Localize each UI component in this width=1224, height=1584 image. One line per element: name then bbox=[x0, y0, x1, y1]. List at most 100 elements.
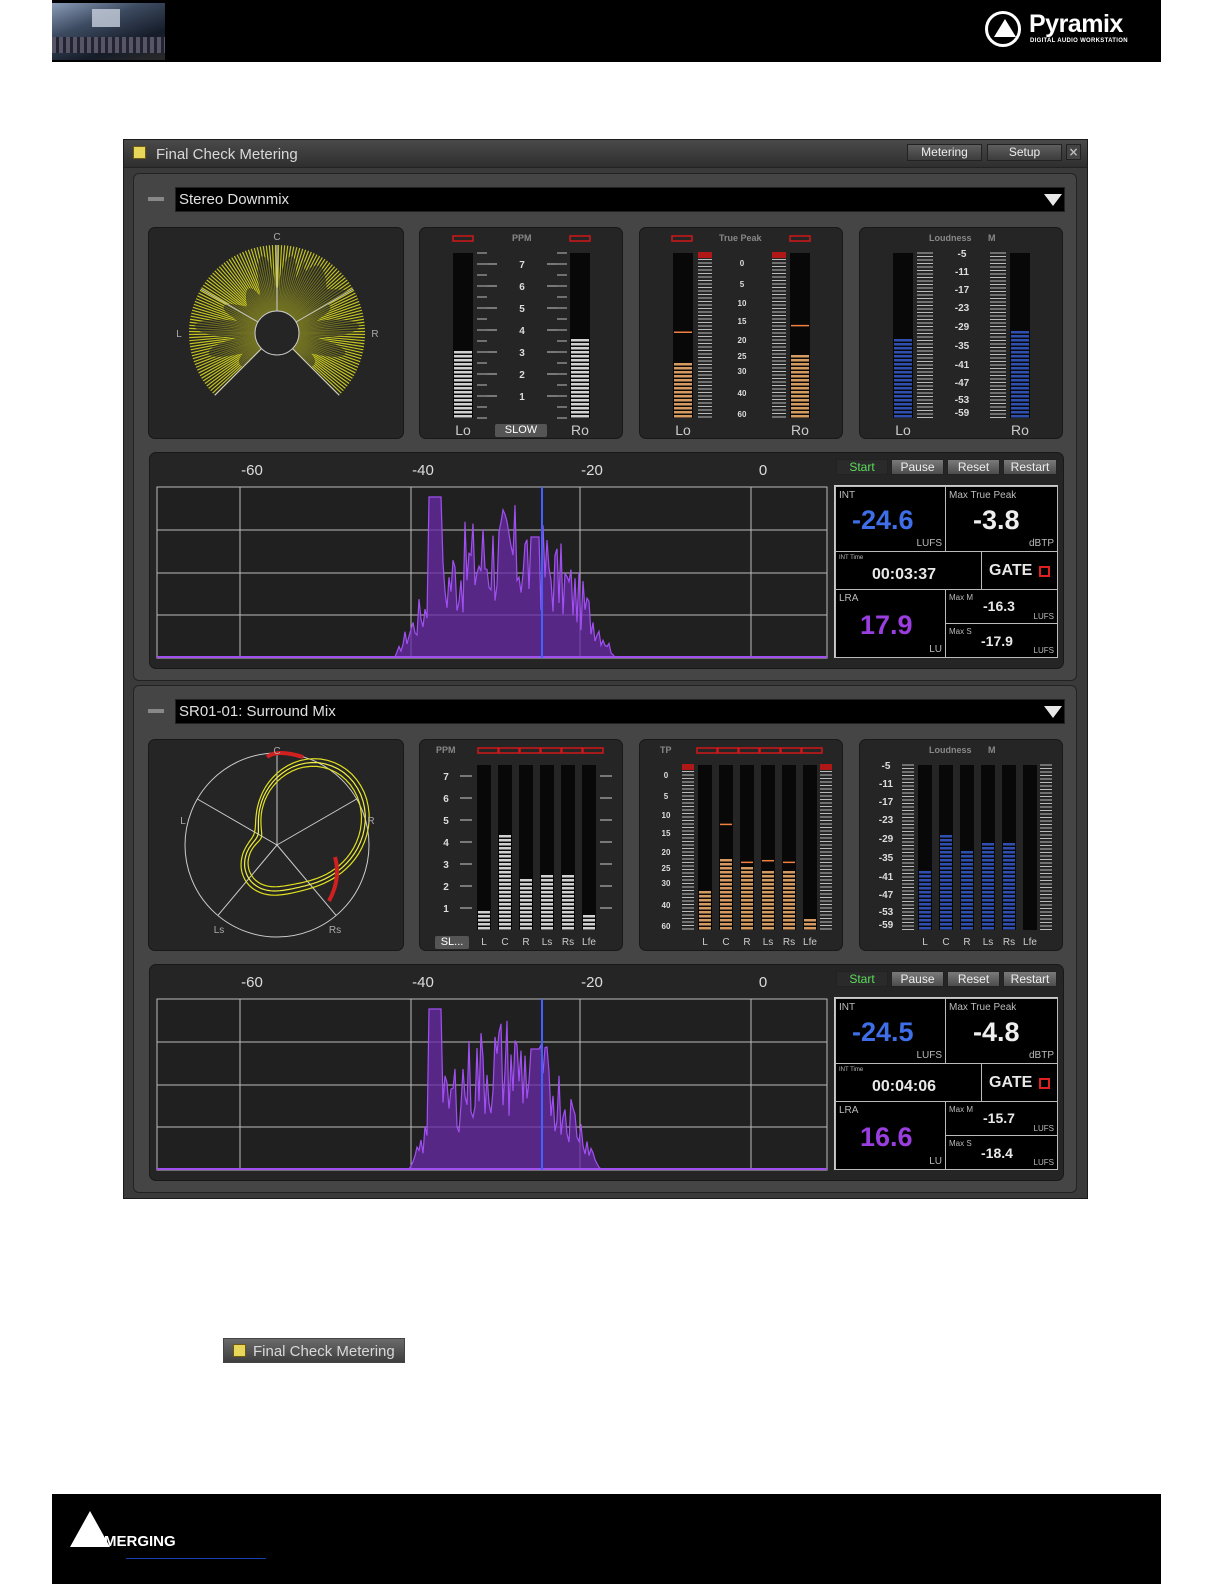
clip-indicator bbox=[780, 747, 802, 754]
tp-scale-label: 40 bbox=[738, 389, 747, 398]
int-cell: INT -24.6 LUFS bbox=[835, 486, 946, 552]
pause-button[interactable]: Pause bbox=[891, 459, 944, 475]
tp-scale-label: 60 bbox=[662, 922, 671, 931]
loudness-scale-label: -47 bbox=[955, 378, 970, 389]
loudness-scale-label: -41 bbox=[955, 360, 970, 371]
gate-checkbox[interactable] bbox=[1039, 1078, 1050, 1089]
int-unit: LUFS bbox=[916, 1050, 942, 1061]
loudness-title: Loudness bbox=[929, 745, 972, 755]
ppm-title: PPM bbox=[436, 745, 456, 755]
vector-label-c: C bbox=[273, 746, 280, 757]
ppm-scale-label: 5 bbox=[519, 304, 525, 315]
ppm-scale-label: 4 bbox=[443, 838, 449, 849]
lra-value: 17.9 bbox=[860, 610, 913, 640]
loudness-ticks-left bbox=[917, 252, 933, 418]
loudness-scale-label: -17 bbox=[955, 285, 970, 296]
loudness-scale-label: -53 bbox=[955, 395, 970, 406]
vector-label-r: R bbox=[371, 329, 378, 340]
ppm-bar-lo-fill bbox=[454, 351, 472, 418]
merging-name: MERGING bbox=[104, 1533, 176, 1550]
loudness-channel-lo: Lo bbox=[895, 422, 911, 438]
gate-cell[interactable]: GATE bbox=[981, 551, 1058, 590]
tp-over-marker-right bbox=[820, 764, 832, 770]
lra-label: LRA bbox=[839, 1105, 859, 1116]
tp-scale-label: 15 bbox=[662, 829, 671, 838]
tp-scale-label: 25 bbox=[738, 352, 747, 361]
collapse-button[interactable] bbox=[148, 709, 164, 713]
max-m-cell: Max M -15.7 LUFS bbox=[945, 1101, 1058, 1136]
ppm-bar-l-track bbox=[477, 765, 491, 930]
vectorscope: C L R bbox=[176, 232, 379, 396]
source-select[interactable]: Stereo Downmix bbox=[175, 187, 1065, 212]
gate-checkbox[interactable] bbox=[1039, 566, 1050, 577]
loudness-channel-label: R bbox=[963, 937, 970, 948]
loudness-scale-label: -59 bbox=[879, 920, 894, 931]
gate-cell[interactable]: GATE bbox=[981, 1063, 1058, 1102]
tp-over-marker-left bbox=[682, 764, 694, 770]
metering-tab[interactable]: Metering bbox=[907, 144, 982, 161]
loudness-histogram-panel: -60 -40 -20 0 Start Pause Reset Restart INT… bbox=[149, 964, 1064, 1181]
pause-button[interactable]: Pause bbox=[891, 971, 944, 987]
loudness-scale-label: -11 bbox=[955, 267, 969, 278]
max-s-label: Max S bbox=[949, 627, 972, 636]
loudness-scale-label: -17 bbox=[879, 797, 894, 808]
tp-scale-label: 0 bbox=[664, 771, 669, 780]
vector-label-ls: Ls bbox=[214, 925, 225, 936]
page-footer: MERGING bbox=[52, 1494, 1161, 1584]
merging-logo: MERGING bbox=[70, 1511, 230, 1551]
true_peak-bar-lfe-fill bbox=[804, 919, 816, 930]
clip-indicator bbox=[519, 747, 541, 754]
lra-cell: LRA 17.9 LU bbox=[835, 589, 946, 658]
pyramix-tagline: DIGITAL AUDIO WORKSTATION bbox=[1030, 38, 1128, 44]
ppm-scale-label: 2 bbox=[443, 882, 449, 893]
setup-tab[interactable]: Setup bbox=[987, 144, 1062, 161]
header-photo bbox=[52, 3, 165, 60]
start-button[interactable]: Start bbox=[836, 459, 888, 475]
clip-indicator bbox=[717, 747, 739, 754]
dropdown-arrow-icon[interactable] bbox=[1044, 706, 1062, 718]
ppm-scale-label: 1 bbox=[519, 392, 525, 403]
max-s-unit: LUFS bbox=[1033, 1158, 1054, 1167]
tp-scale-label: 30 bbox=[662, 879, 671, 888]
loudness-ticks-left bbox=[902, 764, 914, 930]
collapse-button[interactable] bbox=[148, 197, 164, 201]
max-m-unit: LUFS bbox=[1033, 612, 1054, 621]
surround-loudness-panel: L C R Ls Rs Lfe -5 -11 -17 -23 -29 -35 -41 -47 -53 -59 … bbox=[859, 739, 1063, 951]
max-true-peak-value: -3.8 bbox=[973, 505, 1020, 535]
reset-button[interactable]: Reset bbox=[947, 459, 1000, 475]
lra-unit: LU bbox=[929, 644, 942, 655]
start-button[interactable]: Start bbox=[836, 971, 888, 987]
tp-ticks-right bbox=[772, 255, 786, 418]
true_peak-channel-label: Ls bbox=[763, 937, 774, 948]
max-s-value: -18.4 bbox=[981, 1145, 1013, 1161]
tp-ticks-right bbox=[820, 767, 832, 930]
window-title: Final Check Metering bbox=[156, 146, 298, 163]
ppm-scale-label: 3 bbox=[519, 348, 525, 359]
loudness-scale-label: -29 bbox=[955, 322, 970, 333]
int-time-value: 00:04:06 bbox=[872, 1078, 937, 1095]
tp-channel-ro: Ro bbox=[791, 422, 809, 438]
ppm-scale-label: 5 bbox=[443, 816, 449, 827]
true_peak-bar-rs-fill bbox=[783, 871, 795, 930]
slow-button[interactable]: SL... bbox=[435, 936, 469, 949]
max-m-label: Max M bbox=[949, 1105, 973, 1114]
max-true-peak-cell: Max True Peak -4.8 dBTP bbox=[945, 998, 1058, 1064]
source-select[interactable]: SR01-01: Surround Mix bbox=[175, 699, 1065, 724]
restart-button[interactable]: Restart bbox=[1003, 459, 1057, 475]
close-icon[interactable]: × bbox=[1066, 144, 1081, 160]
histogram-scale-label: 0 bbox=[759, 974, 767, 991]
true_peak-channel-label: L bbox=[702, 937, 708, 948]
loudness-scale-label: -53 bbox=[879, 907, 894, 918]
restart-button[interactable]: Restart bbox=[1003, 971, 1057, 987]
lra-cell: LRA 16.6 LU bbox=[835, 1101, 946, 1170]
max-m-value: -16.3 bbox=[983, 598, 1015, 614]
surround-true-peak-meter: L C R Ls Rs Lfe 0 5 10 15 20 25 30 40 60 bbox=[662, 747, 832, 948]
ppm-scale-label: 7 bbox=[519, 260, 525, 271]
dropdown-arrow-icon[interactable] bbox=[1044, 194, 1062, 206]
slow-button[interactable]: SLOW bbox=[495, 424, 547, 437]
true_peak-bar-lfe-track bbox=[803, 765, 817, 930]
window-titlebar[interactable]: Final Check Metering Metering Setup × bbox=[124, 140, 1087, 168]
gate-label: GATE bbox=[989, 562, 1033, 579]
tp-scale-label: 40 bbox=[662, 901, 671, 910]
reset-button[interactable]: Reset bbox=[947, 971, 1000, 987]
